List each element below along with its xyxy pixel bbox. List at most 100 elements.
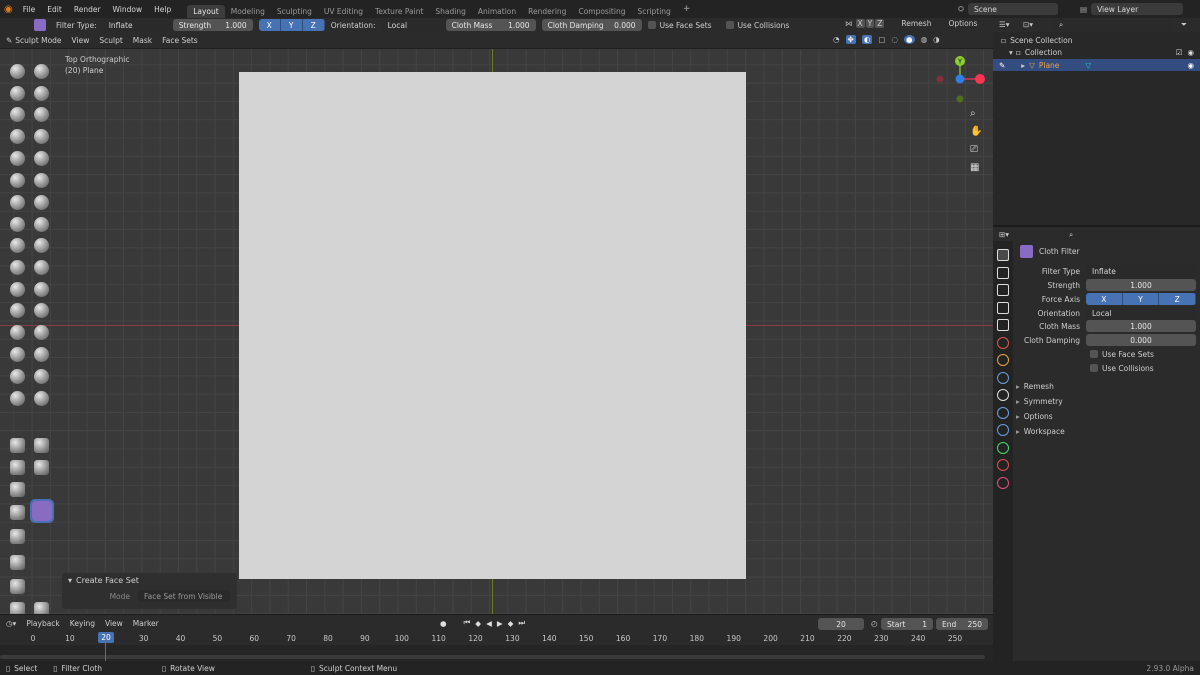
tab-texture-paint[interactable]: Texture Paint [369, 5, 429, 18]
record-icon[interactable]: ● [440, 619, 447, 628]
world-tab-icon[interactable] [997, 336, 1009, 349]
pinch-brush-icon[interactable] [10, 217, 25, 232]
menu-file[interactable]: File [17, 5, 42, 14]
ortho-grid-icon[interactable]: ▦ [970, 162, 982, 173]
view-layer-field[interactable]: View Layer [1091, 3, 1184, 15]
mode-selector[interactable]: ✎ Sculpt Mode [6, 36, 62, 45]
prop-strength-field[interactable]: 1.000 [1086, 279, 1196, 291]
tab-sculpting[interactable]: Sculpting [271, 5, 318, 18]
tab-scripting[interactable]: Scripting [631, 5, 676, 18]
layer-brush-icon[interactable] [34, 107, 49, 122]
jump-end-icon[interactable]: ⏭ [518, 618, 525, 628]
object-tab-icon[interactable] [997, 354, 1009, 366]
timeline-menu-playback[interactable]: Playback [26, 619, 59, 628]
play-icon[interactable]: ▶ [497, 619, 503, 628]
line-project-icon[interactable] [10, 482, 25, 497]
axis-y-toggle[interactable]: Y [1122, 293, 1160, 305]
start-frame-field[interactable]: Start 1 [881, 618, 933, 630]
operator-mode-dropdown[interactable]: Face Set from Visible [138, 590, 230, 602]
menu-sculpt[interactable]: Sculpt [99, 36, 122, 45]
panel-remesh[interactable]: ▸ Remesh [1016, 382, 1054, 391]
force-axis-toggle[interactable]: XYZ [258, 19, 325, 31]
edit-face-set-icon[interactable] [10, 529, 25, 544]
menu-render[interactable]: Render [68, 5, 107, 14]
axis-x-toggle[interactable]: X [1086, 293, 1123, 305]
prop-filter-type-dropdown[interactable]: Inflate [1086, 265, 1196, 277]
filter-type-dropdown[interactable]: Inflate [102, 19, 167, 31]
view-layer-tab-icon[interactable] [997, 301, 1009, 314]
timeline-menu-view[interactable]: View [105, 619, 123, 628]
timeline-menu-marker[interactable]: Marker [133, 619, 159, 628]
texture-tab-icon[interactable] [997, 476, 1009, 489]
tab-rendering[interactable]: Rendering [522, 5, 572, 18]
timeline-scrollbar[interactable] [0, 655, 985, 659]
properties-editor-icon[interactable]: ⊞▾ [999, 230, 1009, 239]
gizmo-toggle-icon[interactable]: ✥ [845, 35, 856, 44]
axis-z-toggle[interactable]: Z [302, 19, 325, 31]
constraints-tab-icon[interactable] [997, 424, 1009, 436]
tab-shading[interactable]: Shading [429, 5, 471, 18]
panel-workspace[interactable]: ▸ Workspace [1016, 427, 1065, 436]
draw-brush-icon[interactable] [10, 64, 25, 79]
menu-mask[interactable]: Mask [133, 36, 152, 45]
3d-viewport[interactable]: Top Orthographic (20) Plane ▾ Create Face… [0, 49, 993, 614]
color-filter-icon[interactable] [10, 505, 25, 520]
menu-edit[interactable]: Edit [41, 5, 68, 14]
particles-tab-icon[interactable] [997, 389, 1009, 401]
scene-tab-icon[interactable] [997, 319, 1009, 331]
fill-brush-icon[interactable] [34, 173, 49, 188]
plane-row[interactable]: ✎ ▸ ▽ Plane ▽ ◉ [993, 59, 1200, 71]
panel-options[interactable]: ▸ Options [1016, 412, 1053, 421]
cloth-filter-icon[interactable] [30, 499, 54, 523]
clay-brush-icon[interactable] [10, 86, 25, 101]
symmetry-y-toggle[interactable]: Y [865, 19, 875, 28]
crease-brush-icon[interactable] [10, 151, 25, 166]
filter-icon[interactable]: ⏷ [1181, 20, 1187, 30]
grab-brush-icon[interactable] [34, 217, 49, 232]
tool-tab-icon[interactable] [997, 249, 1009, 261]
output-tab-icon[interactable] [997, 284, 1009, 296]
scene-field[interactable]: Scene [968, 3, 1058, 15]
snake-hook-brush-icon[interactable] [34, 238, 49, 253]
mask-brush-icon[interactable] [10, 347, 25, 362]
menu-face-sets[interactable]: Face Sets [162, 36, 198, 45]
zoom-icon[interactable]: ⌕ [970, 108, 982, 119]
add-workspace-button[interactable]: + [677, 4, 697, 14]
mask-by-color-icon[interactable] [10, 555, 25, 570]
panel-symmetry[interactable]: ▸ Symmetry [1016, 397, 1063, 406]
end-frame-field[interactable]: End 250 [936, 618, 988, 630]
axis-x-toggle[interactable]: X [258, 19, 281, 31]
draw-face-sets-brush-icon[interactable] [34, 347, 49, 362]
data-tab-icon[interactable] [997, 441, 1009, 454]
xray-toggle-icon[interactable]: ▢ [878, 35, 885, 44]
thumb-brush-icon[interactable] [10, 260, 25, 275]
outliner-editor-icon[interactable]: ☰▾ [999, 20, 1010, 29]
play-reverse-icon[interactable]: ◀ [486, 619, 492, 628]
clay-thumb-brush-icon[interactable] [10, 107, 25, 122]
symmetry-x-toggle[interactable]: X [855, 19, 865, 28]
properties-search-input[interactable]: ⌕ [1063, 229, 1159, 241]
pose-brush-icon[interactable] [34, 260, 49, 275]
multires-smear-brush-icon[interactable] [34, 369, 49, 384]
menu-help[interactable]: Help [148, 5, 177, 14]
smooth-brush-icon[interactable] [34, 151, 49, 166]
visibility-icon[interactable]: ◔ [833, 35, 840, 44]
next-keyframe-icon[interactable]: ◆ [508, 619, 514, 628]
draw-sharp-brush-icon[interactable] [34, 64, 49, 79]
inflate-brush-icon[interactable] [10, 129, 25, 144]
playhead-frame-indicator[interactable]: 20 [98, 632, 114, 643]
cloth-damping-field[interactable]: Cloth Damping 0.000 [541, 19, 642, 31]
paint-brush-icon[interactable] [10, 391, 25, 406]
prev-keyframe-icon[interactable]: ◆ [475, 619, 481, 628]
smear-brush-icon[interactable] [34, 391, 49, 406]
exclude-checkbox-icon[interactable]: ☑ [1176, 48, 1183, 57]
box-mask-icon[interactable] [10, 438, 25, 453]
wireframe-shading-icon[interactable]: ◌ [891, 35, 898, 44]
blender-logo-icon[interactable]: ◉ [4, 4, 13, 15]
tab-uv-editing[interactable]: UV Editing [318, 5, 369, 18]
flatten-brush-icon[interactable] [10, 173, 25, 188]
camera-icon[interactable]: ⎚ [970, 144, 982, 155]
menu-view[interactable]: View [72, 36, 90, 45]
symmetry-z-toggle[interactable]: Z [875, 19, 885, 28]
prop-use-face-sets-checkbox[interactable]: Use Face Sets [1016, 348, 1196, 360]
